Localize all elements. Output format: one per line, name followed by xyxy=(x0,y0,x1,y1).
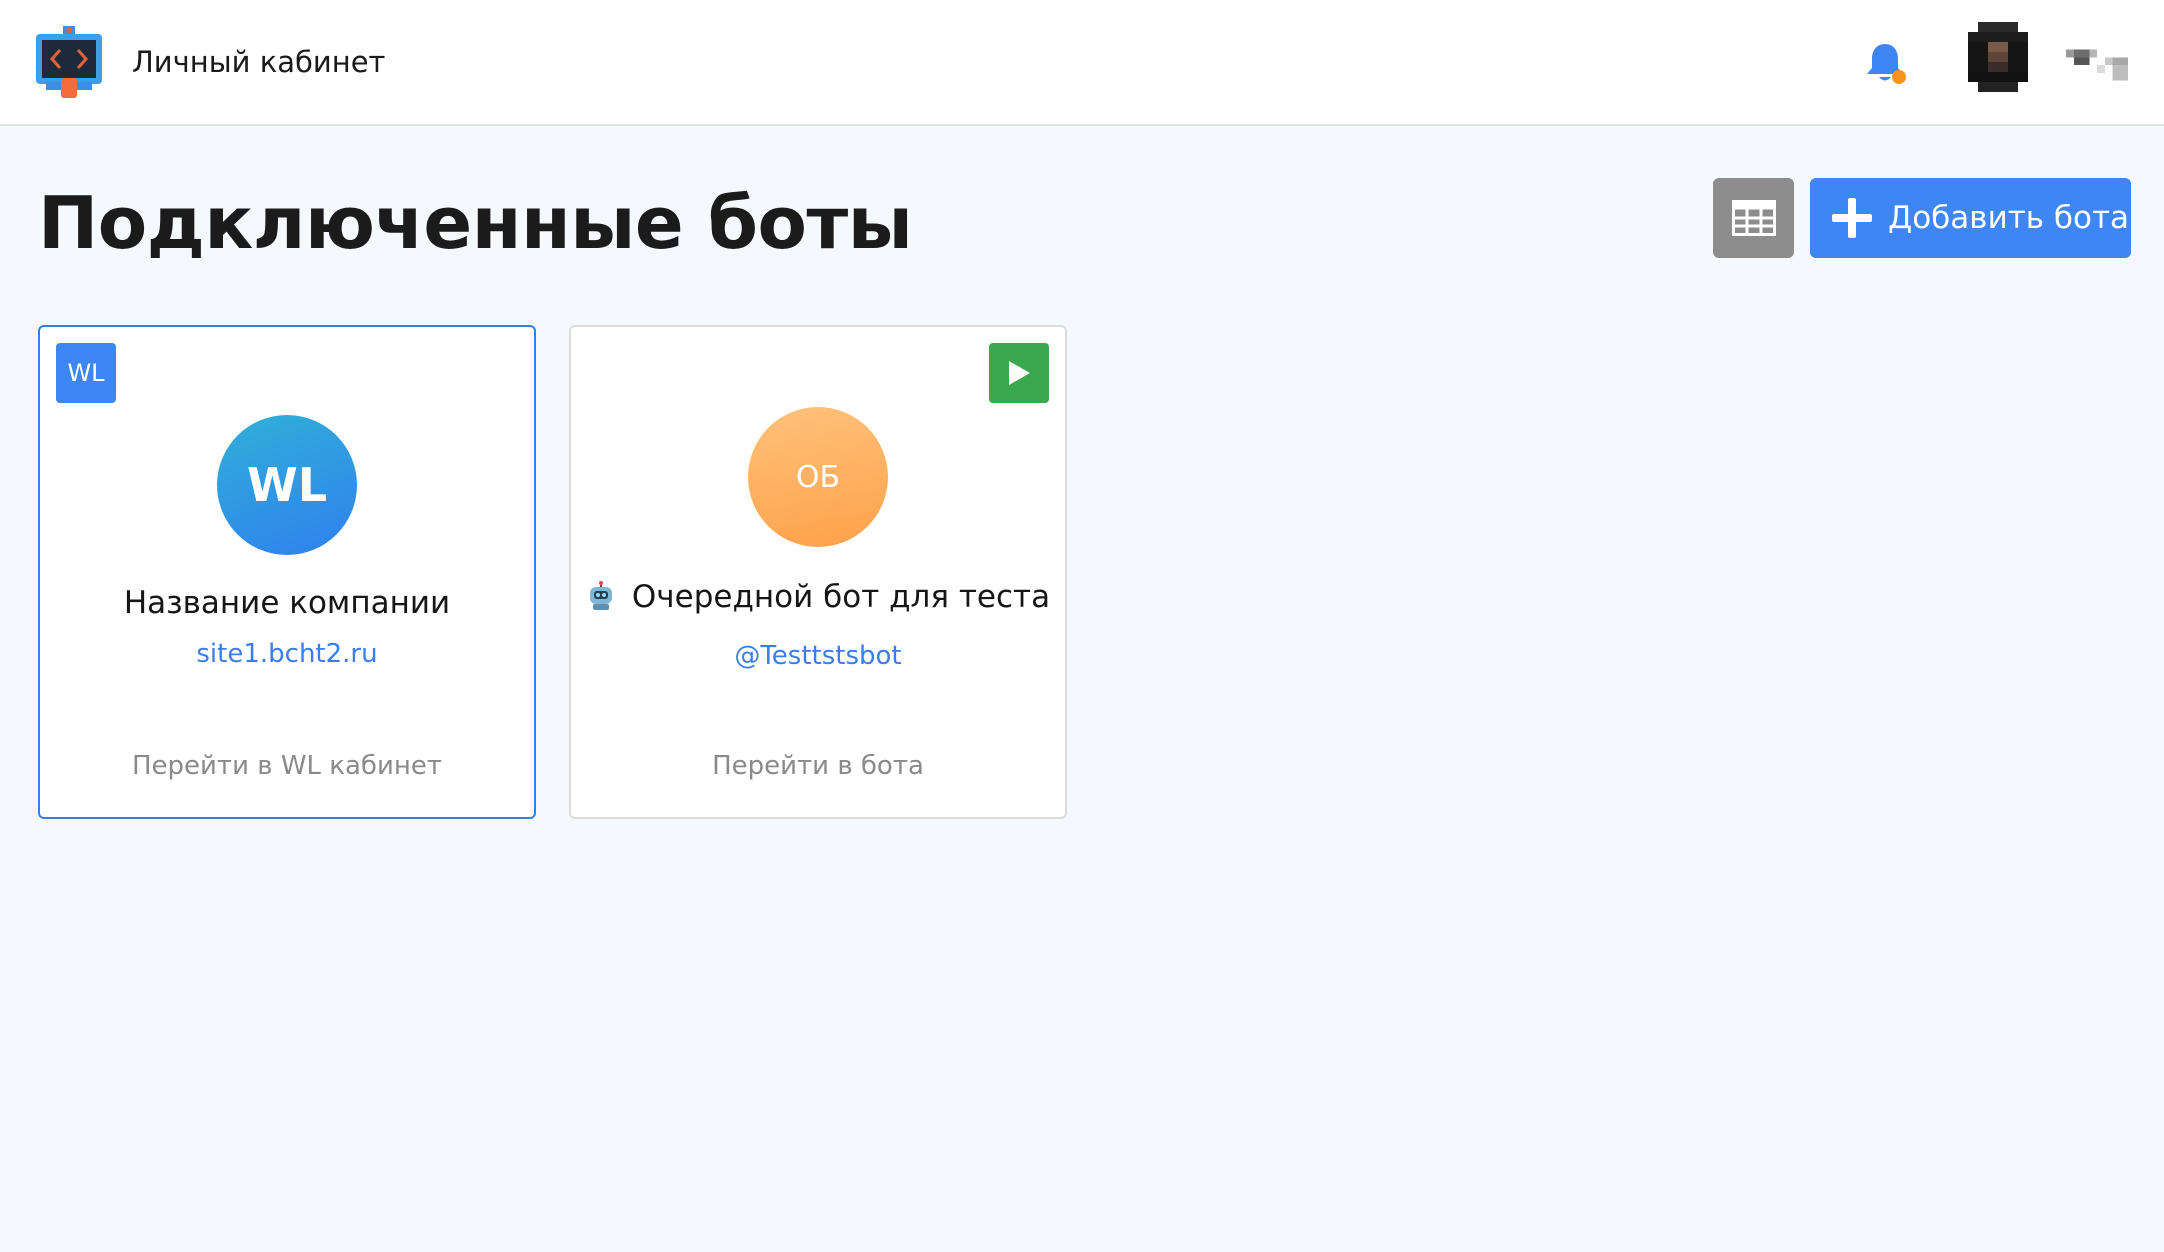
user-avatar[interactable] xyxy=(1968,22,2028,92)
bot-link[interactable]: site1.bcht2.ru xyxy=(40,639,534,669)
robot-icon xyxy=(589,581,612,610)
add-bot-label: Добавить бота xyxy=(1888,200,2130,236)
bot-name-text: Название компании xyxy=(123,585,451,621)
table-grid-icon xyxy=(1731,200,1776,236)
wl-badge: WL xyxy=(56,343,116,403)
play-icon xyxy=(1009,361,1030,385)
grid-view-button[interactable] xyxy=(1713,178,1794,258)
card-action-link[interactable]: Перейти в WL кабинет xyxy=(40,751,534,781)
top-header: Личный кабинет xyxy=(0,0,2164,126)
card-action-link[interactable]: Перейти в бота xyxy=(571,751,1065,781)
menu-icon[interactable] xyxy=(2066,48,2128,82)
bot-name: Название компании xyxy=(40,585,534,621)
notification-dot xyxy=(1892,70,1906,84)
play-button[interactable] xyxy=(989,343,1049,403)
bot-username-link[interactable]: @Testtstsbot xyxy=(571,641,1065,671)
bot-card-wl[interactable]: WL WL Название компании site1.bcht2.ru П… xyxy=(38,325,536,819)
app-title[interactable]: Личный кабинет xyxy=(132,44,385,80)
bot-card-test[interactable]: ОБ Очередной бот для теста @Testtstsbot … xyxy=(569,325,1067,819)
bot-name: Очередной бот для теста xyxy=(571,579,1065,615)
add-bot-button[interactable]: Добавить бота xyxy=(1810,178,2131,258)
bot-avatar: WL xyxy=(217,415,357,555)
bell-icon[interactable] xyxy=(1860,38,1910,88)
page-title: Подключенные боты xyxy=(38,181,913,265)
bot-name-text: Очередной бот для теста xyxy=(631,579,1051,615)
bot-avatar: ОБ xyxy=(748,407,888,547)
code-screen-logo-icon[interactable] xyxy=(36,26,102,98)
plus-icon xyxy=(1832,198,1872,238)
